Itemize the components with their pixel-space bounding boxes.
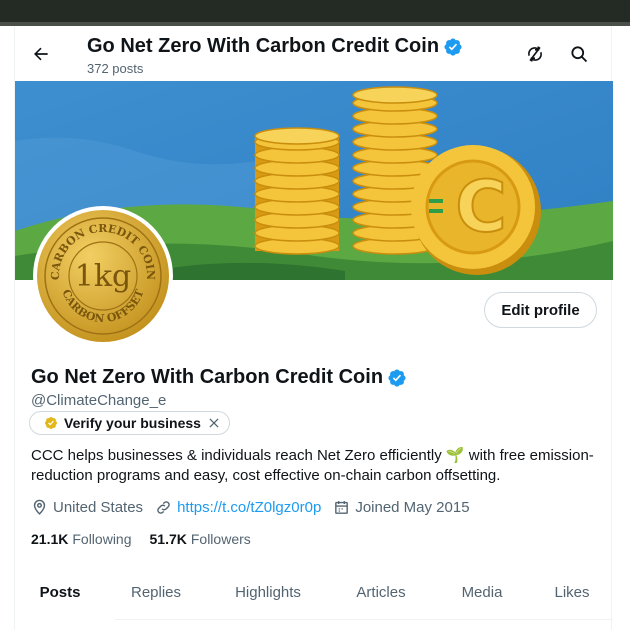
header-title: Go Net Zero With Carbon Credit Coin [87,35,440,57]
sync-off-icon [528,46,542,62]
joined-text: Joined May 2015 [355,499,470,516]
verified-badge-icon [444,37,462,56]
tabs-divider [115,619,613,620]
search-icon [571,46,588,63]
coin-letter: C [455,166,506,248]
verify-business-button[interactable]: Verify your business [29,411,230,435]
tab-highlights[interactable]: Highlights [207,572,329,612]
tab-media[interactable]: Media [433,572,531,612]
search-button[interactable] [565,40,593,68]
profile-handle: @ClimateChange_e [31,392,167,409]
profile-panel: Go Net Zero With Carbon Credit Coin 372 … [14,26,613,630]
header-title-row: Go Net Zero With Carbon Credit Coin [87,35,463,58]
follow-stats: 21.1K Following 51.7K Followers [31,531,251,547]
followers-count: 51.7K [149,531,187,547]
window-top-bar [0,0,630,22]
following-link[interactable]: 21.1K Following [31,531,132,547]
sync-button[interactable] [521,40,549,68]
verified-badge-icon[interactable] [387,368,407,388]
location-item: United States [31,499,143,516]
calendar-icon [335,501,349,514]
location-pin-icon [33,499,46,515]
verify-business-label: Verify your business [64,415,201,431]
tab-replies[interactable]: Replies [105,572,207,612]
posts-count: 372 posts [87,61,144,76]
location-text: United States [53,499,144,516]
gold-check-icon [45,417,57,429]
profile-meta: United States https://t.co/tZ0lgz0r0p Jo… [31,499,470,516]
profile-name-row: Go Net Zero With Carbon Credit Coin [31,366,407,389]
avatar-coin-image: CARBON CREDIT COIN 1kg CARBON OFFSET [37,210,169,342]
following-count: 21.1K [31,531,69,547]
back-button[interactable] [25,38,57,70]
followers-label: Followers [190,531,251,547]
avatar-center-text: 1kg [75,259,131,294]
tab-posts[interactable]: Posts [15,572,105,612]
coin-stack-short [254,127,340,255]
profile-header: Go Net Zero With Carbon Credit Coin 372 … [15,26,613,81]
following-label: Following [72,531,132,547]
website-link[interactable]: https://t.co/tZ0lgz0r0p [177,499,321,516]
profile-tabs: Posts Replies Highlights Articles Media … [15,572,613,612]
joined-item: Joined May 2015 [333,499,470,516]
profile-name: Go Net Zero With Carbon Credit Coin [31,366,384,388]
website-item: https://t.co/tZ0lgz0r0p [155,499,321,516]
back-arrow-icon [34,47,48,61]
link-icon [157,501,170,514]
edit-profile-button[interactable]: Edit profile [484,292,597,328]
tab-likes[interactable]: Likes [531,572,613,612]
profile-bio: CCC helps businesses & individuals reach… [31,447,594,484]
close-icon[interactable] [207,416,221,430]
profile-avatar[interactable]: CARBON CREDIT COIN 1kg CARBON OFFSET [33,206,173,346]
followers-link[interactable]: 51.7K Followers [150,531,251,547]
tab-articles[interactable]: Articles [329,572,433,612]
